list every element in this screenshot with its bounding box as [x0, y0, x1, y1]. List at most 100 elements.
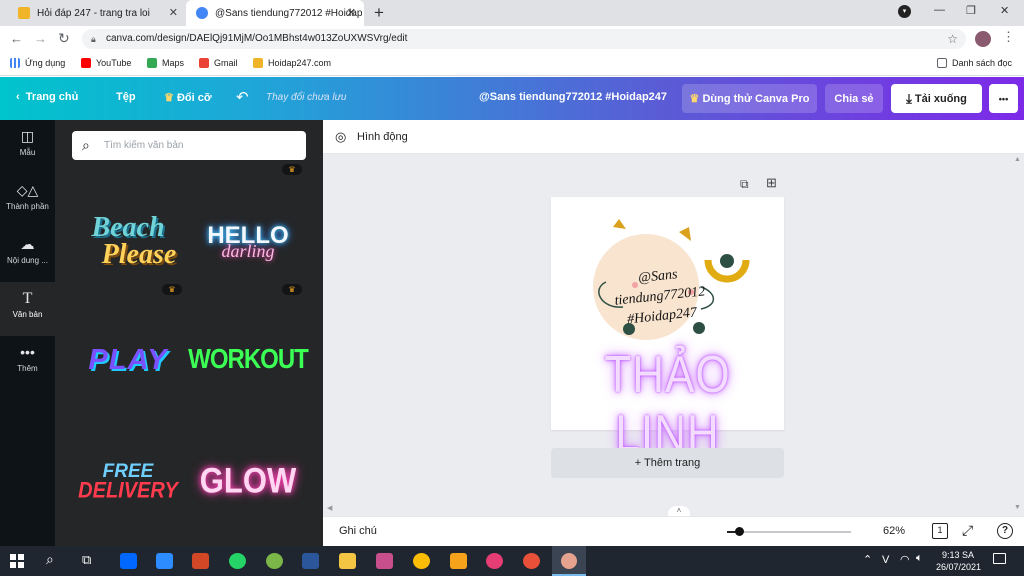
bookmark-hoidap[interactable]: Hoidap247.com: [253, 58, 331, 68]
document-title[interactable]: @Sans tiendung772012 #Hoidap247: [479, 91, 667, 103]
scroll-up-icon[interactable]: ▲: [1014, 156, 1021, 163]
duplicate-page-icon[interactable]: ⧉: [740, 177, 749, 192]
crown-icon: ♛: [689, 93, 700, 105]
tile-text: Beach: [91, 212, 165, 244]
whatsapp-app-icon[interactable]: [229, 553, 246, 569]
tab-search-icon[interactable]: ▾: [898, 5, 911, 18]
crown-ear-left: [613, 219, 626, 229]
undo-icon[interactable]: ↶: [236, 88, 249, 106]
resize-button[interactable]: ♛ Đổi cỡ: [164, 91, 212, 104]
bookmark-apps[interactable]: Ứng dụng: [10, 58, 65, 68]
zoom-level[interactable]: 62%: [883, 525, 905, 537]
editor-toolbar: ◎ Hình động: [323, 120, 1024, 154]
fullscreen-icon[interactable]: ⤢: [962, 522, 973, 539]
file-menu[interactable]: Tệp: [116, 91, 136, 103]
profile-avatar[interactable]: [975, 31, 991, 47]
help-button[interactable]: ?: [997, 523, 1013, 539]
notes-button[interactable]: Ghi chú: [339, 525, 377, 537]
snip-app-icon[interactable]: [376, 553, 393, 569]
url-field[interactable]: 🔒︎ canva.com/design/DAElQj91MjM/Oo1MBhst…: [82, 29, 966, 49]
canva-favicon-icon: [196, 7, 208, 19]
add-page-icon[interactable]: ⊞: [766, 175, 777, 191]
text-panel: ⌕ Tìm kiếm văn bản ♛ Beach Please ♛ HELL…: [55, 120, 323, 546]
volume-icon[interactable]: 🔈︎: [916, 552, 923, 565]
rail-item-text[interactable]: T Văn bản: [0, 282, 55, 336]
browser-tab-hoidap[interactable]: Hỏi đáp 247 - trang tra loi ✕: [8, 0, 186, 26]
download-icon: ⤓: [906, 90, 912, 106]
rail-label: Văn bản: [12, 310, 43, 319]
text-style-workout[interactable]: WORKOUT: [188, 335, 309, 386]
design-page[interactable]: @Sans tiendung772012 #Hoidap247 THẢO LIN…: [551, 197, 784, 463]
input-language[interactable]: V: [882, 554, 889, 566]
close-window-icon[interactable]: ✕: [1000, 4, 1009, 17]
wifi-icon[interactable]: ◠: [900, 553, 910, 566]
reload-icon[interactable]: ↻: [58, 30, 70, 47]
app-icon[interactable]: [486, 553, 503, 569]
notification-icon[interactable]: [993, 553, 1006, 564]
share-button[interactable]: Chia sẻ: [825, 84, 883, 113]
text-style-beach-please[interactable]: Beach Please: [73, 202, 183, 282]
chrome-app-icon[interactable]: [413, 553, 430, 569]
close-tab-icon[interactable]: ✕: [169, 6, 178, 19]
bookmark-star-icon[interactable]: ☆: [947, 29, 958, 49]
lock-icon: 🔒︎: [91, 34, 96, 44]
address-bar-row: ← → ↻ 🔒︎ canva.com/design/DAElQj91MjM/Oo…: [0, 26, 1024, 52]
system-clock[interactable]: 9:13 SA 26/07/2021: [936, 549, 981, 573]
expand-pages-icon[interactable]: ˄: [668, 506, 690, 516]
back-icon[interactable]: ←: [10, 31, 23, 46]
rail-item-uploads[interactable]: ☁ Nội dung ...: [0, 228, 55, 282]
more-dots-icon: •••: [20, 344, 35, 360]
chrome-active-icon[interactable]: [552, 546, 586, 576]
rail-item-templates[interactable]: ◫ Mẫu: [0, 120, 55, 174]
youtube-icon: [81, 58, 91, 68]
new-tab-icon[interactable]: +: [374, 3, 384, 23]
restore-icon[interactable]: ❐: [966, 4, 976, 17]
download-button[interactable]: ⤓ Tải xuống: [891, 84, 982, 113]
canva-header: ‹ Trang chủ Tệp ♛ Đổi cỡ ↶ Thay đổi chưa…: [0, 77, 1024, 120]
app-icon[interactable]: [523, 553, 540, 569]
add-page-button[interactable]: + Thêm trang: [551, 448, 784, 478]
zalo-app-icon[interactable]: [120, 553, 137, 569]
text-style-play[interactable]: PLAY: [73, 338, 183, 382]
scroll-down-icon[interactable]: ▼: [1014, 504, 1021, 511]
page-count-button[interactable]: 1: [932, 523, 948, 539]
rail-item-elements[interactable]: ◇△ Thành phần: [0, 174, 55, 228]
rail-item-more[interactable]: ••• Thêm: [0, 336, 55, 390]
show-hidden-icons[interactable]: ⌃: [863, 553, 872, 566]
search-icon[interactable]: ⌕: [46, 551, 54, 568]
bookmark-youtube[interactable]: YouTube: [81, 58, 131, 68]
scroll-left-icon[interactable]: ◀: [327, 504, 332, 512]
paint-app-icon[interactable]: [266, 553, 283, 569]
word-app-icon[interactable]: [302, 553, 319, 569]
browser-tab-canva[interactable]: @Sans tiendung772012 #Hoidap ✕: [186, 0, 364, 26]
text-style-glow[interactable]: GLOW: [193, 452, 303, 510]
bookmark-maps[interactable]: Maps: [147, 58, 184, 68]
crown-ear-right: [679, 227, 691, 241]
more-button[interactable]: •••: [989, 84, 1018, 113]
forward-icon[interactable]: →: [34, 31, 47, 46]
zoom-slider-thumb[interactable]: [735, 527, 744, 536]
browser-menu-icon[interactable]: ⋮: [1002, 29, 1015, 45]
reading-list[interactable]: Danh sách đọc: [937, 58, 1012, 68]
text-style-hello-darling[interactable]: HELLO darling: [193, 202, 303, 282]
zoom-slider[interactable]: [727, 527, 851, 536]
tab-title: @Sans tiendung772012 #Hoidap: [215, 7, 363, 19]
minimize-icon[interactable]: —: [934, 4, 945, 16]
bookmarks-bar: Ứng dụng YouTube Maps Gmail Hoidap247.co…: [0, 52, 1024, 76]
search-input[interactable]: ⌕ Tìm kiếm văn bản: [72, 131, 306, 160]
home-link[interactable]: ‹ Trang chủ: [16, 91, 78, 103]
zoom-app-icon[interactable]: [156, 553, 173, 569]
close-tab-icon[interactable]: ✕: [347, 6, 356, 19]
bookmark-gmail[interactable]: Gmail: [199, 58, 238, 68]
windows-start-icon[interactable]: [10, 554, 24, 568]
reading-list-label: Danh sách đọc: [952, 58, 1013, 68]
animate-button[interactable]: Hình động: [357, 131, 408, 143]
task-view-icon[interactable]: ⧉: [82, 552, 91, 568]
text-style-free-delivery[interactable]: FREE DELIVERY: [73, 456, 183, 506]
powerpoint-app-icon[interactable]: [192, 553, 209, 569]
headline-text[interactable]: THẢO LINH: [551, 346, 784, 464]
app-icon[interactable]: [450, 553, 467, 569]
tile-text: FREE: [102, 460, 154, 482]
file-explorer-icon[interactable]: [339, 553, 356, 569]
try-pro-button[interactable]: ♛ Dùng thử Canva Pro: [682, 84, 817, 113]
